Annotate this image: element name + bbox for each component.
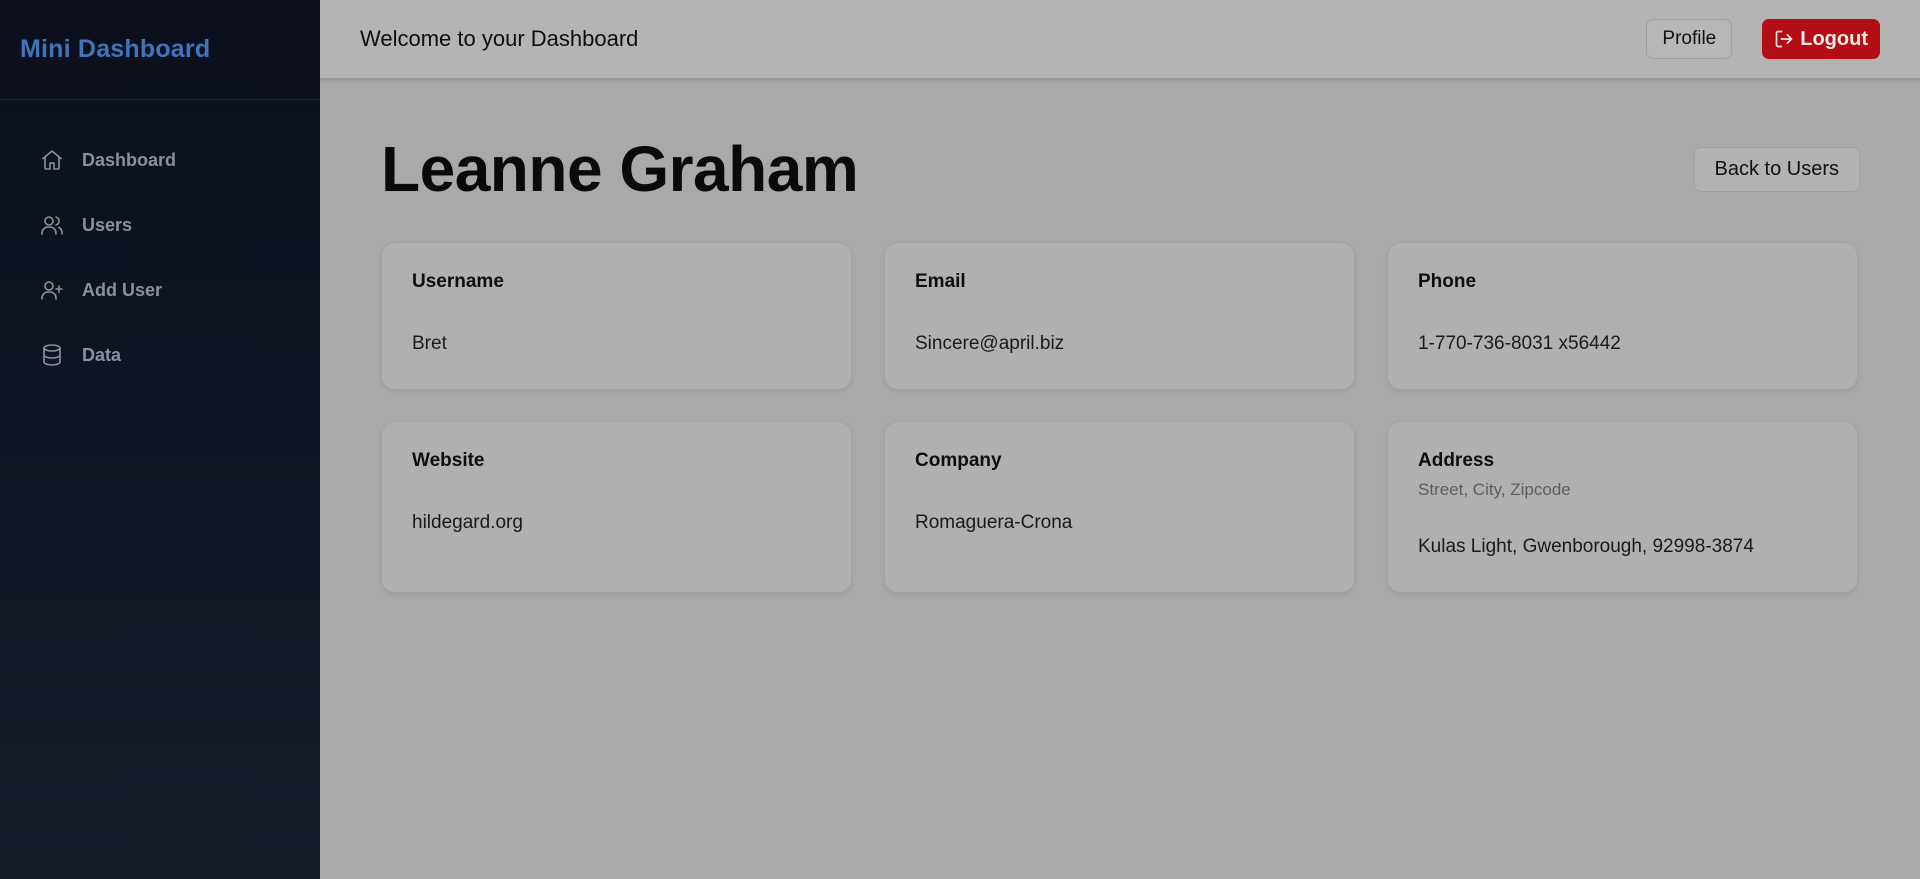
user-plus-icon [41,281,63,300]
sidebar-item-dashboard[interactable]: Dashboard [20,135,300,185]
title-row: Leanne Graham Back to Users [381,80,1860,240]
card-value: Kulas Light, Gwenborough, 92998-3874 [1418,536,1754,557]
address-card: Address Street, City, Zipcode Kulas Ligh… [1387,421,1858,593]
home-icon [42,150,62,170]
sidebar: Mini Dashboard Dashboard Users Add User … [0,0,320,879]
phone-card: Phone 1-770-736-8031 x56442 [1387,242,1858,390]
sidebar-item-label: Add User [82,279,163,300]
card-value: Bret [412,333,447,354]
top-header: Welcome to your Dashboard Profile Logout [320,0,1920,80]
card-label: Address [1418,450,1495,471]
database-icon [43,344,61,366]
sidebar-item-add-user[interactable]: Add User [20,265,300,315]
card-label: Username [412,271,504,292]
email-card: Email Sincere@april.biz [884,242,1355,390]
page-title: Leanne Graham [381,133,859,205]
users-icon [41,216,63,235]
logout-label: Logout [1800,27,1868,50]
sidebar-item-data[interactable]: Data [20,330,300,380]
sidebar-item-label: Dashboard [82,149,177,170]
card-value: Romaguera-Crona [915,512,1073,533]
welcome-text: Welcome to your Dashboard [360,26,639,51]
brand: Mini Dashboard [0,0,320,100]
card-label: Company [915,450,1002,471]
card-label: Website [412,450,485,471]
card-value: 1-770-736-8031 x56442 [1418,333,1621,354]
back-to-users-button[interactable]: Back to Users [1693,146,1860,192]
username-card: Username Bret [381,242,852,390]
logout-button[interactable]: Logout [1762,19,1880,59]
logout-icon [1775,30,1793,48]
user-details-grid: Username Bret Email Sincere@april.biz Ph… [381,242,1860,593]
sidebar-item-label: Data [82,344,122,365]
card-label: Phone [1418,271,1477,292]
main-content: Leanne Graham Back to Users Username Bre… [381,80,1860,593]
website-card: Website hildegard.org [381,421,852,593]
card-sublabel: Street, City, Zipcode [1418,480,1571,499]
company-card: Company Romaguera-Crona [884,421,1355,593]
sidebar-item-label: Users [82,214,133,235]
card-value: hildegard.org [412,512,523,533]
card-value: Sincere@april.biz [915,333,1065,354]
card-label: Email [915,271,966,292]
brand-title[interactable]: Mini Dashboard [20,35,210,64]
sidebar-item-users[interactable]: Users [20,200,300,250]
profile-button[interactable]: Profile [1646,19,1733,59]
sidebar-nav: Dashboard Users Add User Data [0,100,320,380]
